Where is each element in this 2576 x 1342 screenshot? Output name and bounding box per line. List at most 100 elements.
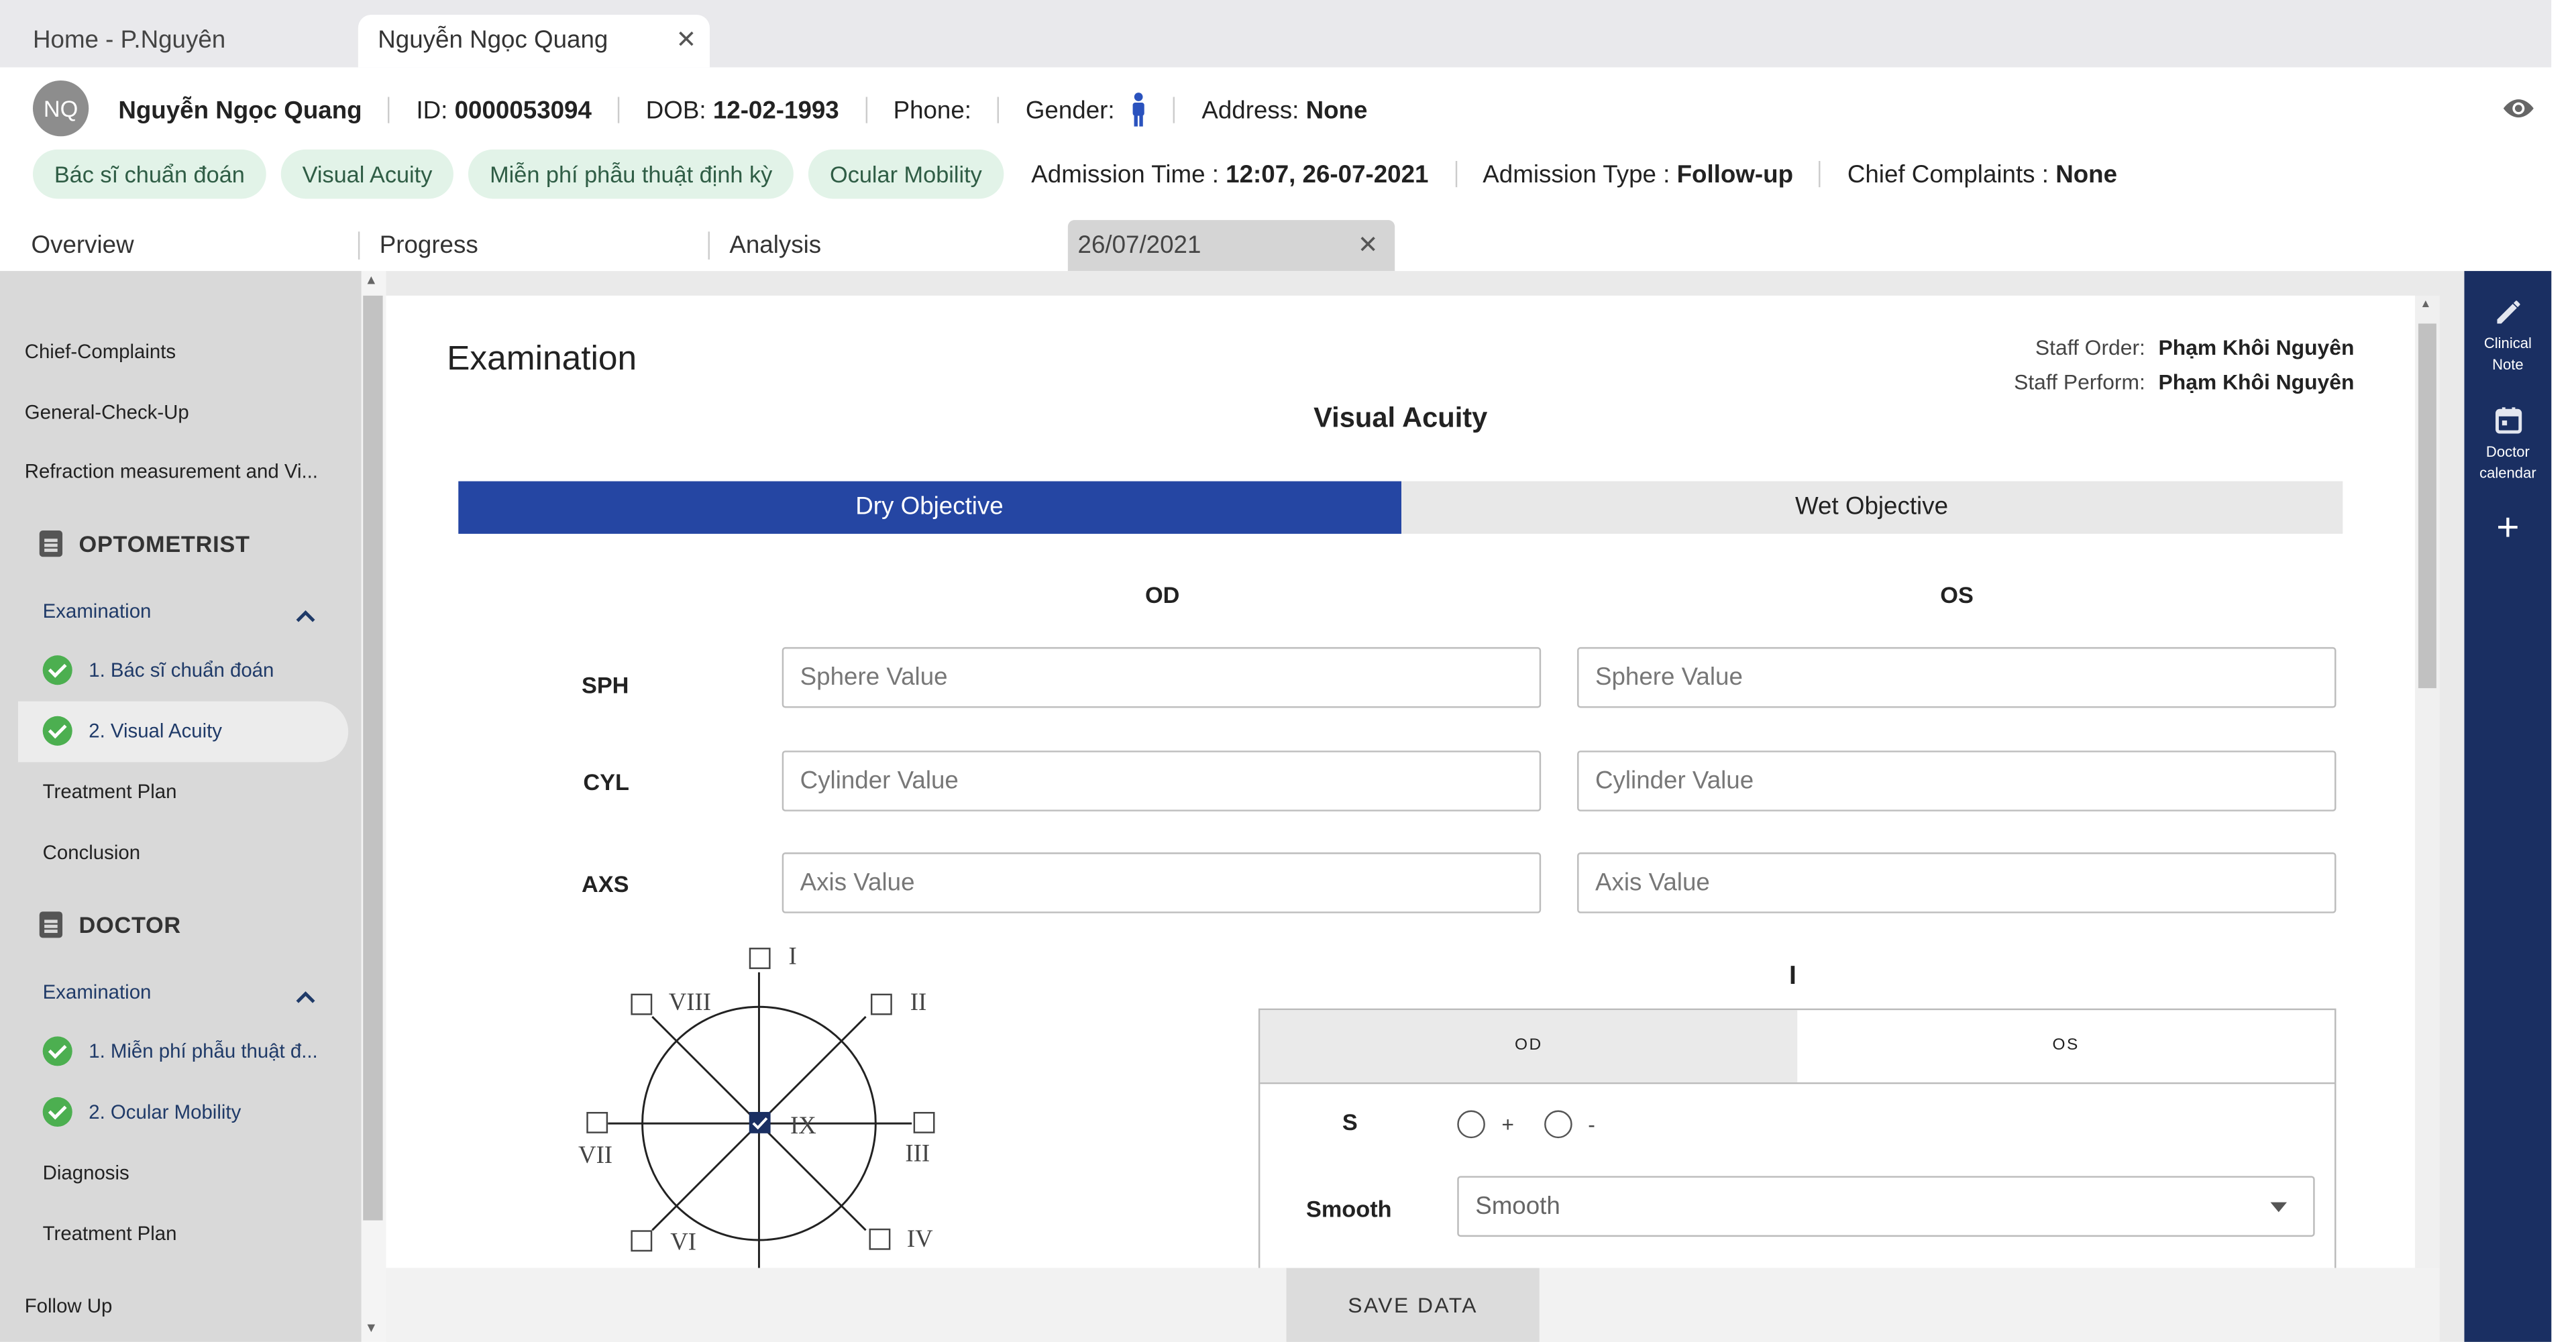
chevron-up-icon[interactable]	[296, 983, 315, 1012]
chip-diagnosis[interactable]: Bác sĩ chuẩn đoán	[32, 149, 266, 199]
gaze-label-vii: VII	[578, 1143, 613, 1170]
gaze-checkbox-vii[interactable]	[586, 1111, 608, 1133]
tab-home[interactable]: Home - P.Nguyên	[13, 15, 342, 67]
eye-subpanel: OD OS S + - Smooth Smooth	[1258, 1008, 2337, 1268]
tab-home-label: Home - P.Nguyên	[32, 26, 226, 54]
radio-minus-label: -	[1588, 1111, 1595, 1137]
scroll-up-arrow-icon[interactable]: ▲	[2420, 299, 2431, 311]
check-icon	[42, 1097, 72, 1127]
gaze-checkbox-iv[interactable]	[869, 1228, 891, 1250]
staff-order-label: Staff Order:	[2035, 335, 2145, 360]
sidebar-group-examination[interactable]: Examination	[43, 981, 152, 1003]
scroll-up-arrow-icon[interactable]: ▲	[365, 273, 378, 288]
sph-od-input[interactable]	[782, 647, 1542, 708]
smooth-select[interactable]: Smooth	[1457, 1176, 2315, 1237]
page-title: Examination	[447, 339, 637, 378]
chip-ocular-mobility[interactable]: Ocular Mobility	[808, 149, 1004, 199]
patient-name: Nguyễn Ngọc Quang	[118, 96, 362, 124]
tab-patient-label: Nguyễn Ngọc Quang	[378, 26, 608, 54]
patient-info-row: Nguyễn Ngọc Quang ID: 0000053094 DOB: 12…	[118, 92, 1367, 128]
avatar: NQ	[32, 80, 89, 137]
gaze-checkbox-i[interactable]	[749, 948, 771, 969]
staff-order-value: Phạm Khôi Nguyên	[2158, 335, 2355, 360]
clinical-note-button[interactable]: Clinical Note	[2464, 296, 2551, 376]
chip-row: Bác sĩ chuẩn đoán Visual Acuity Miễn phí…	[32, 149, 2118, 199]
gaze-checkbox-vi[interactable]	[631, 1230, 653, 1252]
gaze-diagram	[608, 972, 912, 1268]
sidebar-check-item[interactable]: 1. Miễn phí phẫu thuật đ...	[42, 1036, 318, 1066]
column-os: OS	[1940, 581, 1974, 608]
tab-patient[interactable]: Nguyễn Ngọc Quang ✕	[358, 15, 710, 68]
gaze-label-vi: VI	[670, 1230, 696, 1257]
admission-type: Follow-up	[1676, 160, 1794, 188]
patient-id: 0000053094	[454, 96, 592, 124]
cyl-os-input[interactable]	[1577, 750, 2337, 812]
tab-progress[interactable]: Progress	[380, 220, 478, 271]
subtab-os[interactable]: OS	[1797, 1010, 2334, 1082]
axs-label: AXS	[581, 870, 629, 897]
clinical-note-label-1: Clinical	[2483, 335, 2532, 352]
s-label: S	[1342, 1109, 1358, 1135]
sidebar-check-label: 1. Bác sĩ chuẩn đoán	[89, 659, 274, 682]
admission-time-label: Admission Time :	[1031, 160, 1219, 188]
axs-os-input[interactable]	[1577, 852, 2337, 913]
sidebar-item-treatment-plan[interactable]: Treatment Plan	[43, 1222, 177, 1245]
dry-objective-button[interactable]: Dry Objective	[458, 481, 1401, 534]
sidebar-item-diagnosis[interactable]: Diagnosis	[43, 1161, 129, 1184]
clinical-note-label-2: Note	[2492, 356, 2524, 373]
sidebar-check-label: 2. Ocular Mobility	[89, 1100, 241, 1124]
sph-label: SPH	[581, 671, 629, 698]
radio-plus[interactable]	[1457, 1110, 1485, 1139]
tab-date-label: 26/07/2021	[1077, 231, 1201, 260]
objective-toggle: Dry Objective Wet Objective	[458, 481, 2343, 534]
sidebar-check-item[interactable]: 1. Bác sĩ chuẩn đoán	[42, 655, 274, 685]
eye-icon[interactable]	[2500, 92, 2536, 133]
subtab-od[interactable]: OD	[1260, 1010, 1798, 1082]
tab-date[interactable]: 26/07/2021 ✕	[1067, 220, 1395, 272]
tab-overview[interactable]: Overview	[32, 220, 134, 271]
gaze-checkbox-iii[interactable]	[913, 1111, 935, 1133]
window-scrollbar[interactable]	[2551, 0, 2576, 1342]
doctor-calendar-label-2: calendar	[2479, 465, 2536, 482]
gaze-checkbox-ix[interactable]	[749, 1111, 771, 1133]
sidebar-item-follow-up[interactable]: Follow Up	[25, 1294, 113, 1317]
sidebar-check-item-active[interactable]: 2. Visual Acuity	[42, 716, 223, 746]
gender-label: Gender:	[1025, 96, 1115, 124]
save-data-button[interactable]: SAVE DATA	[1286, 1268, 1540, 1342]
eye-subtabs: OD OS	[1260, 1010, 2335, 1084]
sph-os-input[interactable]	[1577, 647, 2337, 708]
wet-objective-button[interactable]: Wet Objective	[1400, 481, 2343, 534]
add-button[interactable]: +	[2464, 504, 2551, 553]
main-scroll-thumb[interactable]	[2418, 323, 2436, 689]
chief-complaints-value: None	[2055, 160, 2118, 188]
gaze-checkbox-ii[interactable]	[870, 993, 892, 1015]
sidebar-check-label: 2. Visual Acuity	[89, 719, 223, 742]
male-icon	[1131, 92, 1147, 128]
scroll-down-arrow-icon[interactable]: ▼	[365, 1321, 378, 1335]
gaze-checkbox-viii[interactable]	[631, 993, 653, 1015]
tab-analysis[interactable]: Analysis	[729, 220, 821, 271]
phone-label: Phone:	[893, 96, 972, 124]
address-label: Address:	[1201, 96, 1299, 124]
section-doctor: DOCTOR	[39, 911, 181, 938]
cyl-od-input[interactable]	[782, 750, 1542, 812]
sidebar-scroll-thumb[interactable]	[363, 295, 383, 1221]
radio-minus[interactable]	[1544, 1110, 1572, 1139]
text-cursor-icon: I	[1788, 962, 1796, 991]
tab-divider	[708, 231, 710, 260]
sidebar-item-treatment-plan[interactable]: Treatment Plan	[43, 780, 177, 803]
cyl-label: CYL	[583, 769, 629, 795]
sidebar-item-conclusion[interactable]: Conclusion	[43, 841, 140, 864]
doctor-calendar-button[interactable]: Doctor calendar	[2464, 404, 2551, 484]
admission-time: 12:07, 26-07-2021	[1226, 160, 1429, 188]
staff-info: Staff Order: Phạm Khôi Nguyên Staff Perfo…	[2014, 330, 2354, 399]
clipboard-icon	[39, 911, 63, 938]
chip-free-surgery[interactable]: Miễn phí phẫu thuật định kỳ	[468, 149, 794, 199]
close-icon[interactable]: ✕	[1358, 220, 1379, 271]
close-icon[interactable]: ✕	[676, 15, 697, 67]
radio-plus-label: +	[1501, 1111, 1514, 1137]
axs-od-input[interactable]	[782, 852, 1542, 913]
chip-visual-acuity[interactable]: Visual Acuity	[280, 149, 454, 199]
gaze-label-iii: III	[905, 1141, 930, 1168]
sidebar-check-item[interactable]: 2. Ocular Mobility	[42, 1097, 241, 1127]
